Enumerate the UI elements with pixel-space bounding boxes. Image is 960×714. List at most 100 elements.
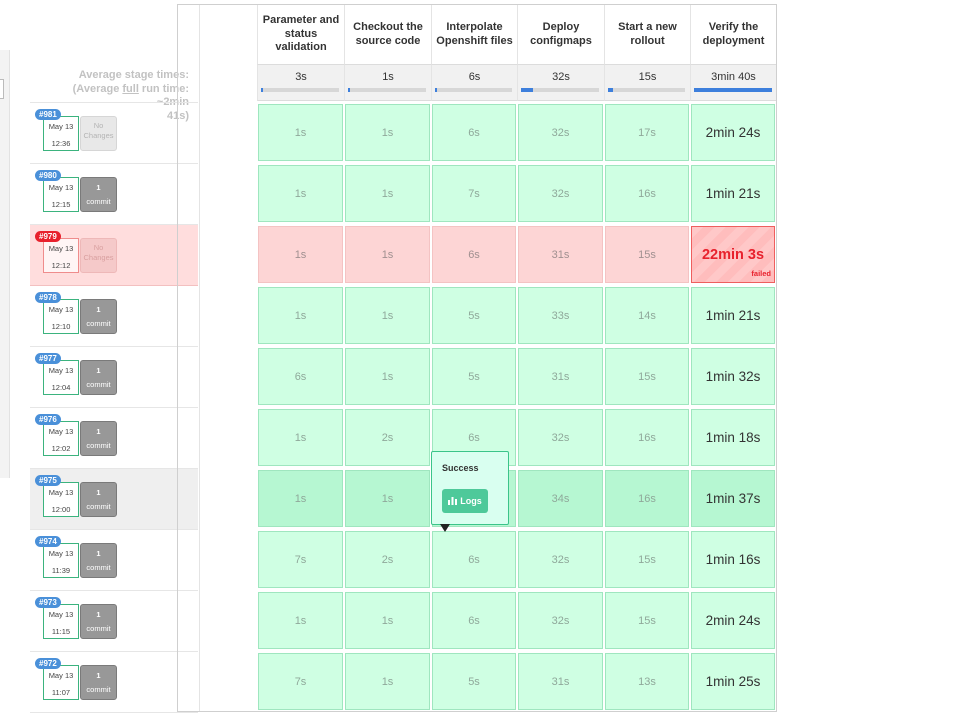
stage-cell[interactable]: 1s bbox=[345, 592, 430, 649]
build-changes[interactable]: No Changes bbox=[80, 116, 117, 151]
build-number-badge[interactable]: #975 bbox=[35, 475, 61, 486]
stage-cell[interactable]: 1s bbox=[345, 165, 430, 222]
stage-cell[interactable]: 1min 25s bbox=[691, 653, 775, 710]
build-number-badge[interactable]: #974 bbox=[35, 536, 61, 547]
stage-cell[interactable]: 32s bbox=[518, 165, 603, 222]
stage-cell[interactable]: 6s bbox=[432, 104, 516, 161]
stage-cell[interactable]: 15s bbox=[605, 531, 689, 588]
build-number-badge[interactable]: #980 bbox=[35, 170, 61, 181]
stage-cell[interactable]: 15s bbox=[605, 226, 689, 283]
stage-cell[interactable]: 32s bbox=[518, 409, 603, 466]
stage-cell[interactable]: 1s bbox=[345, 470, 430, 527]
build-row[interactable]: #975 May 13 12:00 1 commit bbox=[30, 469, 198, 530]
build-date: May 13 12:04 bbox=[43, 360, 79, 395]
stage-cell[interactable]: 1min 18s bbox=[691, 409, 775, 466]
build-row[interactable]: #981 May 13 12:36 No Changes bbox=[30, 103, 198, 164]
stage-cell[interactable]: 1s bbox=[258, 226, 343, 283]
stage-cell[interactable]: 2min 24s bbox=[691, 592, 775, 649]
stage-cell[interactable]: 17s bbox=[605, 104, 689, 161]
build-changes[interactable]: 1 commit bbox=[80, 665, 117, 700]
build-row[interactable]: #980 May 13 12:15 1 commit bbox=[30, 164, 198, 225]
stage-cell[interactable]: 1min 37s bbox=[691, 470, 775, 527]
build-row[interactable]: #976 May 13 12:02 1 commit bbox=[30, 408, 198, 469]
stage-cell[interactable]: 5s bbox=[432, 653, 516, 710]
stage-cell[interactable]: 31s bbox=[518, 348, 603, 405]
build-changes[interactable]: 1 commit bbox=[80, 421, 117, 456]
build-number-badge[interactable]: #977 bbox=[35, 353, 61, 364]
stage-cell[interactable]: 15s bbox=[605, 348, 689, 405]
stage-cell[interactable]: 1s bbox=[258, 592, 343, 649]
build-row[interactable]: #979 May 13 12:12 No Changes bbox=[30, 225, 198, 286]
stage-cell[interactable]: 32s bbox=[518, 592, 603, 649]
stage-cell[interactable]: 5s bbox=[432, 287, 516, 344]
build-changes[interactable]: 1 commit bbox=[80, 177, 117, 212]
stage-cell[interactable]: 1s bbox=[345, 226, 430, 283]
stage-cell[interactable]: 2s bbox=[345, 409, 430, 466]
stage-duration: 32s bbox=[551, 127, 570, 139]
stage-cell[interactable]: 5s bbox=[432, 348, 516, 405]
stage-cell[interactable]: 1s bbox=[258, 470, 343, 527]
left-sidebar-edge bbox=[0, 50, 10, 478]
stage-cell[interactable]: 2min 24s bbox=[691, 104, 775, 161]
build-number-badge[interactable]: #973 bbox=[35, 597, 61, 608]
stage-cell[interactable]: 14s bbox=[605, 287, 689, 344]
build-changes[interactable]: No Changes bbox=[80, 238, 117, 273]
stage-cell[interactable]: 1s bbox=[258, 104, 343, 161]
failed-label: failed bbox=[751, 269, 771, 278]
stage-cell[interactable]: 16s bbox=[605, 409, 689, 466]
stage-cell[interactable]: 1s bbox=[258, 165, 343, 222]
build-row[interactable]: #973 May 13 11:15 1 commit bbox=[30, 591, 198, 652]
stage-cell[interactable]: 1min 21s bbox=[691, 165, 775, 222]
stage-cell[interactable]: 7s bbox=[258, 531, 343, 588]
stage-cell[interactable]: 6s bbox=[432, 592, 516, 649]
stage-cell[interactable]: 1min 32s bbox=[691, 348, 775, 405]
stage-cell[interactable]: 1s bbox=[345, 653, 430, 710]
stage-cell[interactable]: 6s bbox=[258, 348, 343, 405]
stage-cell[interactable]: 1min 21s bbox=[691, 287, 775, 344]
build-number-badge[interactable]: #981 bbox=[35, 109, 61, 120]
stage-cell[interactable]: 1s bbox=[258, 409, 343, 466]
build-row[interactable]: #972 May 13 11:07 1 commit bbox=[30, 652, 198, 713]
stage-cell[interactable]: 1s bbox=[345, 348, 430, 405]
build-row[interactable]: #977 May 13 12:04 1 commit bbox=[30, 347, 198, 408]
stage-cell[interactable]: 7s bbox=[258, 653, 343, 710]
stage-cell[interactable]: 2s bbox=[345, 531, 430, 588]
stage-cell[interactable]: 15s bbox=[605, 592, 689, 649]
sidebar-handle[interactable] bbox=[0, 79, 4, 99]
build-number-badge[interactable]: #978 bbox=[35, 292, 61, 303]
stage-cell[interactable]: 6s bbox=[432, 226, 516, 283]
stage-cell[interactable]: 34s bbox=[518, 470, 603, 527]
stage-cell[interactable]: 1min 16s bbox=[691, 531, 775, 588]
stage-cell[interactable]: 22min 3s failed bbox=[691, 226, 775, 283]
stage-cell[interactable]: 7s bbox=[432, 165, 516, 222]
build-changes[interactable]: 1 commit bbox=[80, 360, 117, 395]
stage-cell[interactable]: 1s bbox=[345, 287, 430, 344]
build-row[interactable]: #978 May 13 12:10 1 commit bbox=[30, 286, 198, 347]
stage-cell[interactable]: 33s bbox=[518, 287, 603, 344]
stage-cell[interactable]: 1s bbox=[258, 287, 343, 344]
stage-cell[interactable]: 13s bbox=[605, 653, 689, 710]
stage-average-bar-fill bbox=[608, 88, 613, 92]
build-date: May 13 11:07 bbox=[43, 665, 79, 700]
build-number-badge[interactable]: #972 bbox=[35, 658, 61, 669]
build-number-badge[interactable]: #976 bbox=[35, 414, 61, 425]
build-number-badge[interactable]: #979 bbox=[35, 231, 61, 242]
logs-button[interactable]: Logs bbox=[442, 489, 488, 513]
stage-cell[interactable]: 16s bbox=[605, 165, 689, 222]
stage-cell[interactable]: 1s bbox=[345, 104, 430, 161]
stage-duration: 6s bbox=[468, 554, 480, 566]
build-changes[interactable]: 1 commit bbox=[80, 604, 117, 639]
stage-cell[interactable]: 31s bbox=[518, 653, 603, 710]
stage-cell[interactable]: 16s bbox=[605, 470, 689, 527]
build-row[interactable]: #974 May 13 11:39 1 commit bbox=[30, 530, 198, 591]
stage-cell[interactable]: 32s bbox=[518, 531, 603, 588]
build-changes[interactable]: 1 commit bbox=[80, 482, 117, 517]
full-run-link[interactable]: full bbox=[122, 83, 139, 95]
stage-duration: 32s bbox=[551, 188, 570, 200]
stage-cell[interactable]: 6s bbox=[432, 531, 516, 588]
build-changes[interactable]: 1 commit bbox=[80, 543, 117, 578]
stage-cell[interactable]: 32s bbox=[518, 104, 603, 161]
changes-count: 1 bbox=[96, 427, 101, 436]
build-changes[interactable]: 1 commit bbox=[80, 299, 117, 334]
stage-cell[interactable]: 31s bbox=[518, 226, 603, 283]
